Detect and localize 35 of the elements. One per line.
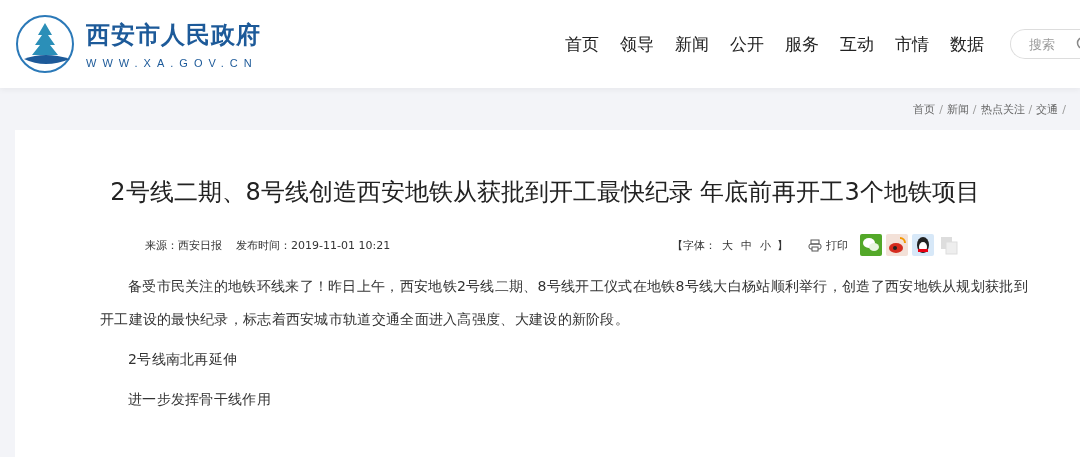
nav-link[interactable]: 新闻 (675, 32, 709, 56)
publish-time: 发布时间：2019-11-01 10:21 (236, 237, 391, 253)
article-paragraph: 备受市民关注的地铁环线来了！昨日上午，西安地铁2号线二期、8号线开工仪式在地铁8号线大白杨站顺利举行，创造了西安地铁从规划获批到开工建设的最快纪录，标志着西安城市轨道交通全面进入高强度、大建设的新阶段。 (100, 277, 1029, 329)
nav-link[interactable]: 首页 (565, 32, 599, 56)
article-source: 来源：西安日报 (145, 237, 222, 253)
eye-logo-icon[interactable] (886, 234, 908, 256)
font-size-label: 【字体： (672, 237, 716, 253)
article-title: 2号线二期、8号线创造西安地铁从获批到开工最快纪录 年底前再开工3个地铁项目 (109, 177, 981, 208)
breadcrumb-separator: / (1062, 102, 1066, 116)
nav-link[interactable]: 公开 (730, 32, 764, 56)
nav-link[interactable]: 服务 (785, 32, 819, 56)
font-size-option[interactable]: 小 (760, 237, 771, 253)
breadcrumb-separator: / (1028, 102, 1033, 116)
article-paragraph: 2号线南北再延伸 (127, 350, 239, 369)
bracket-end: 】 (777, 237, 788, 253)
article-paragraph: 进一步发挥骨干线作用 (127, 390, 272, 409)
breadcrumb-link[interactable]: 热点关注 (980, 101, 1025, 117)
search-field[interactable]: 搜索 (1010, 29, 1080, 59)
tower-logo-icon (14, 13, 76, 75)
nav-link[interactable]: 数据 (950, 32, 984, 56)
font-size-option[interactable]: 中 (741, 237, 752, 253)
breadcrumb-link[interactable]: 交通 (1036, 101, 1059, 117)
breadcrumb-separator: / (939, 102, 943, 116)
breadcrumb-link[interactable]: 首页 (913, 101, 936, 117)
breadcrumb-separator: / (972, 102, 977, 116)
font-size-option[interactable]: 大 (722, 237, 733, 253)
site-url: WWW.XA.GOV.CN (86, 57, 259, 69)
penguin-icon[interactable] (912, 234, 934, 256)
nav-link[interactable]: 互动 (840, 32, 874, 56)
printer-icon (808, 238, 822, 252)
nav-link[interactable]: 市情 (895, 32, 929, 56)
breadcrumb-link[interactable]: 新闻 (946, 101, 969, 117)
site-name: 西安市人民政府 (86, 20, 261, 51)
print-button[interactable]: 打印 (808, 237, 848, 253)
nav-link[interactable]: 领导 (620, 32, 654, 56)
